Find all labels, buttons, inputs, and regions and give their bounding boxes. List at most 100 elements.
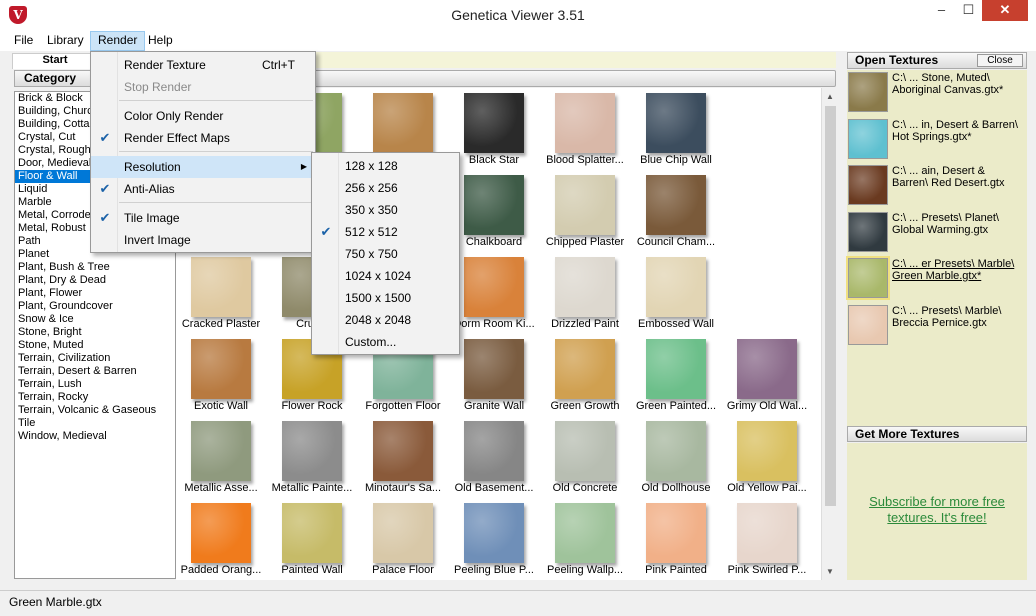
texture-tile[interactable]: Exotic Wall bbox=[176, 336, 266, 416]
minimize-button[interactable]: – bbox=[928, 0, 955, 21]
open-texture-item[interactable]: C:\ ... in, Desert & Barren\ Hot Springs… bbox=[847, 118, 1027, 164]
resolution-option[interactable]: Custom... bbox=[312, 331, 459, 353]
texture-tile[interactable]: Old Concrete bbox=[540, 418, 630, 498]
texture-thumbnail[interactable] bbox=[464, 93, 524, 153]
resolution-option[interactable]: 1500 x 1500 bbox=[312, 287, 459, 309]
texture-thumbnail[interactable] bbox=[737, 339, 797, 399]
texture-thumbnail[interactable] bbox=[373, 503, 433, 563]
resolution-option[interactable]: 350 x 350 bbox=[312, 199, 459, 221]
texture-tile[interactable]: Green Painted... bbox=[631, 336, 721, 416]
texture-tile[interactable]: Pink Painted bbox=[631, 500, 721, 580]
tab-start[interactable]: Start bbox=[12, 53, 98, 69]
category-item[interactable]: Terrain, Volcanic & Gaseous bbox=[15, 404, 175, 417]
texture-thumbnail[interactable] bbox=[191, 503, 251, 563]
texture-thumbnail[interactable] bbox=[464, 503, 524, 563]
texture-thumbnail[interactable] bbox=[646, 175, 706, 235]
texture-thumbnail[interactable] bbox=[555, 93, 615, 153]
texture-thumbnail[interactable] bbox=[282, 421, 342, 481]
close-texture-button[interactable]: Close bbox=[977, 54, 1023, 67]
resolution-option[interactable]: 128 x 128 bbox=[312, 155, 459, 177]
texture-thumbnail[interactable] bbox=[191, 421, 251, 481]
render-menu-tile-image[interactable]: ✔ Tile Image bbox=[91, 207, 315, 229]
texture-tile[interactable]: Pink Swirled P... bbox=[722, 500, 812, 580]
open-texture-thumbnail[interactable] bbox=[848, 211, 888, 252]
render-menu-invert-image[interactable]: Invert Image bbox=[91, 229, 315, 251]
open-texture-thumbnail[interactable] bbox=[848, 118, 888, 159]
texture-tile[interactable]: Minotaur's Sa... bbox=[358, 418, 448, 498]
texture-tile[interactable]: Drizzled Paint bbox=[540, 254, 630, 334]
render-menu-render-texture[interactable]: Render Texture Ctrl+T bbox=[91, 54, 315, 76]
resolution-option[interactable]: 256 x 256 bbox=[312, 177, 459, 199]
texture-tile[interactable]: Dorm Room Ki... bbox=[449, 254, 539, 334]
category-item[interactable]: Terrain, Lush bbox=[15, 378, 175, 391]
category-item[interactable]: Terrain, Desert & Barren bbox=[15, 365, 175, 378]
texture-thumbnail[interactable] bbox=[191, 339, 251, 399]
resolution-option[interactable]: 750 x 750 bbox=[312, 243, 459, 265]
texture-thumbnail[interactable] bbox=[646, 421, 706, 481]
texture-tile[interactable]: Painted Wall bbox=[267, 500, 357, 580]
texture-thumbnail[interactable] bbox=[282, 503, 342, 563]
category-item[interactable]: Window, Medieval bbox=[15, 430, 175, 443]
close-window-button[interactable]: ✕ bbox=[982, 0, 1028, 21]
texture-thumbnail[interactable] bbox=[646, 257, 706, 317]
menu-help[interactable]: Help bbox=[141, 31, 180, 51]
texture-thumbnail[interactable] bbox=[646, 503, 706, 563]
category-item[interactable]: Stone, Muted bbox=[15, 339, 175, 352]
texture-tile[interactable]: Old Yellow Pai... bbox=[722, 418, 812, 498]
texture-tile[interactable]: Metallic Asse... bbox=[176, 418, 266, 498]
texture-thumbnail[interactable] bbox=[464, 339, 524, 399]
scroll-thumb[interactable] bbox=[825, 106, 836, 506]
resolution-option[interactable]: ✔ 512 x 512 bbox=[312, 221, 459, 243]
texture-tile[interactable]: Blood Splatter... bbox=[540, 90, 630, 170]
texture-thumbnail[interactable] bbox=[646, 93, 706, 153]
open-texture-thumbnail[interactable] bbox=[848, 72, 888, 112]
texture-tile[interactable]: Padded Orang... bbox=[176, 500, 266, 580]
menu-library[interactable]: Library bbox=[40, 31, 91, 51]
texture-tile[interactable]: Chalkboard bbox=[449, 172, 539, 252]
texture-tile[interactable]: Blue Chip Wall bbox=[631, 90, 721, 170]
menu-file[interactable]: File bbox=[7, 31, 40, 51]
texture-thumbnail[interactable] bbox=[464, 175, 524, 235]
texture-tile[interactable]: Embossed Wall bbox=[631, 254, 721, 334]
open-texture-item[interactable]: C:\ ... Presets\ Planet\ Global Warming.… bbox=[847, 211, 1027, 257]
texture-thumbnail[interactable] bbox=[555, 421, 615, 481]
texture-thumbnail[interactable] bbox=[191, 257, 251, 317]
category-item[interactable]: Plant, Groundcover bbox=[15, 300, 175, 313]
texture-thumbnail[interactable] bbox=[737, 503, 797, 563]
texture-tile[interactable]: Old Basement... bbox=[449, 418, 539, 498]
category-item[interactable]: Plant, Bush & Tree bbox=[15, 261, 175, 274]
texture-thumbnail[interactable] bbox=[464, 421, 524, 481]
category-item[interactable]: Terrain, Civilization bbox=[15, 352, 175, 365]
category-item[interactable]: Plant, Dry & Dead bbox=[15, 274, 175, 287]
render-menu-anti-alias[interactable]: ✔ Anti-Alias bbox=[91, 178, 315, 200]
texture-tile[interactable]: Green Growth bbox=[540, 336, 630, 416]
texture-thumbnail[interactable] bbox=[373, 93, 433, 153]
menu-render[interactable]: Render bbox=[90, 31, 146, 51]
scroll-down-button[interactable]: ▼ bbox=[822, 563, 838, 580]
texture-tile[interactable]: Council Cham... bbox=[631, 172, 721, 252]
render-menu-render-effect-maps[interactable]: ✔ Render Effect Maps bbox=[91, 127, 315, 149]
resolution-option[interactable]: 1024 x 1024 bbox=[312, 265, 459, 287]
texture-thumbnail[interactable] bbox=[737, 421, 797, 481]
texture-tile[interactable]: Metallic Painte... bbox=[267, 418, 357, 498]
category-item[interactable]: Stone, Bright bbox=[15, 326, 175, 339]
open-texture-thumbnail[interactable] bbox=[848, 165, 888, 205]
category-item[interactable]: Snow & Ice bbox=[15, 313, 175, 326]
open-texture-item[interactable]: C:\ ... er Presets\ Marble\ Green Marble… bbox=[846, 256, 1027, 303]
open-texture-thumbnail[interactable] bbox=[846, 256, 890, 300]
texture-tile[interactable]: Peeling Wallp... bbox=[540, 500, 630, 580]
open-texture-item[interactable]: C:\ ... Stone, Muted\ Aboriginal Canvas.… bbox=[847, 71, 1027, 117]
grid-scrollbar[interactable]: ▲ ▼ bbox=[821, 88, 838, 580]
texture-thumbnail[interactable] bbox=[646, 339, 706, 399]
texture-thumbnail[interactable] bbox=[464, 257, 524, 317]
texture-tile[interactable]: Granite Wall bbox=[449, 336, 539, 416]
texture-tile[interactable]: Old Dollhouse bbox=[631, 418, 721, 498]
texture-tile[interactable]: Peeling Blue P... bbox=[449, 500, 539, 580]
texture-tile[interactable]: Grimy Old Wal... bbox=[722, 336, 812, 416]
texture-tile[interactable]: Chipped Plaster bbox=[540, 172, 630, 252]
texture-thumbnail[interactable] bbox=[555, 257, 615, 317]
subscribe-link[interactable]: Subscribe for more free textures. It's f… bbox=[847, 494, 1027, 526]
scroll-up-button[interactable]: ▲ bbox=[822, 88, 838, 105]
texture-tile[interactable]: Black Star bbox=[449, 90, 539, 170]
category-item[interactable]: Terrain, Rocky bbox=[15, 391, 175, 404]
